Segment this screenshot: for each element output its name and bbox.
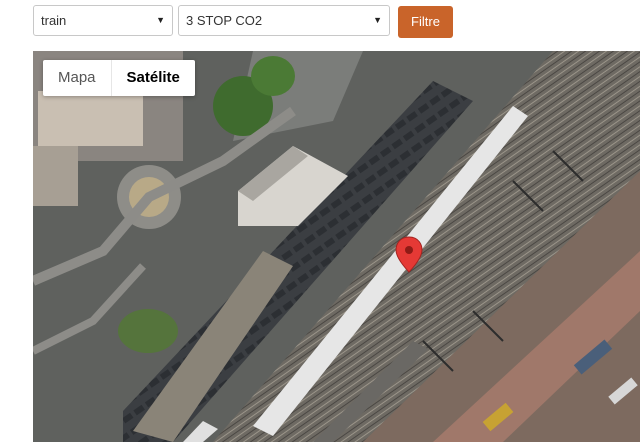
satellite-map[interactable]: Mapa Satélite: [33, 51, 640, 442]
caret-down-icon: ▼: [156, 15, 165, 25]
map-type-control: Mapa Satélite: [43, 60, 195, 96]
building-block: [33, 146, 78, 206]
tree-cluster: [251, 56, 295, 96]
map-type-satellite-button[interactable]: Satélite: [112, 60, 195, 96]
mode-select[interactable]: train ▼: [33, 5, 173, 36]
stop-select-value: 3 STOP CO2: [186, 13, 263, 28]
stop-select[interactable]: 3 STOP CO2 ▼: [178, 5, 390, 36]
caret-down-icon: ▼: [373, 15, 382, 25]
filter-button[interactable]: Filtre: [398, 6, 453, 38]
map-type-map-button[interactable]: Mapa: [43, 60, 111, 96]
satellite-imagery: [33, 51, 640, 442]
tree-cluster: [118, 309, 178, 353]
buildings-row: [38, 91, 143, 146]
mode-select-value: train: [41, 13, 67, 28]
